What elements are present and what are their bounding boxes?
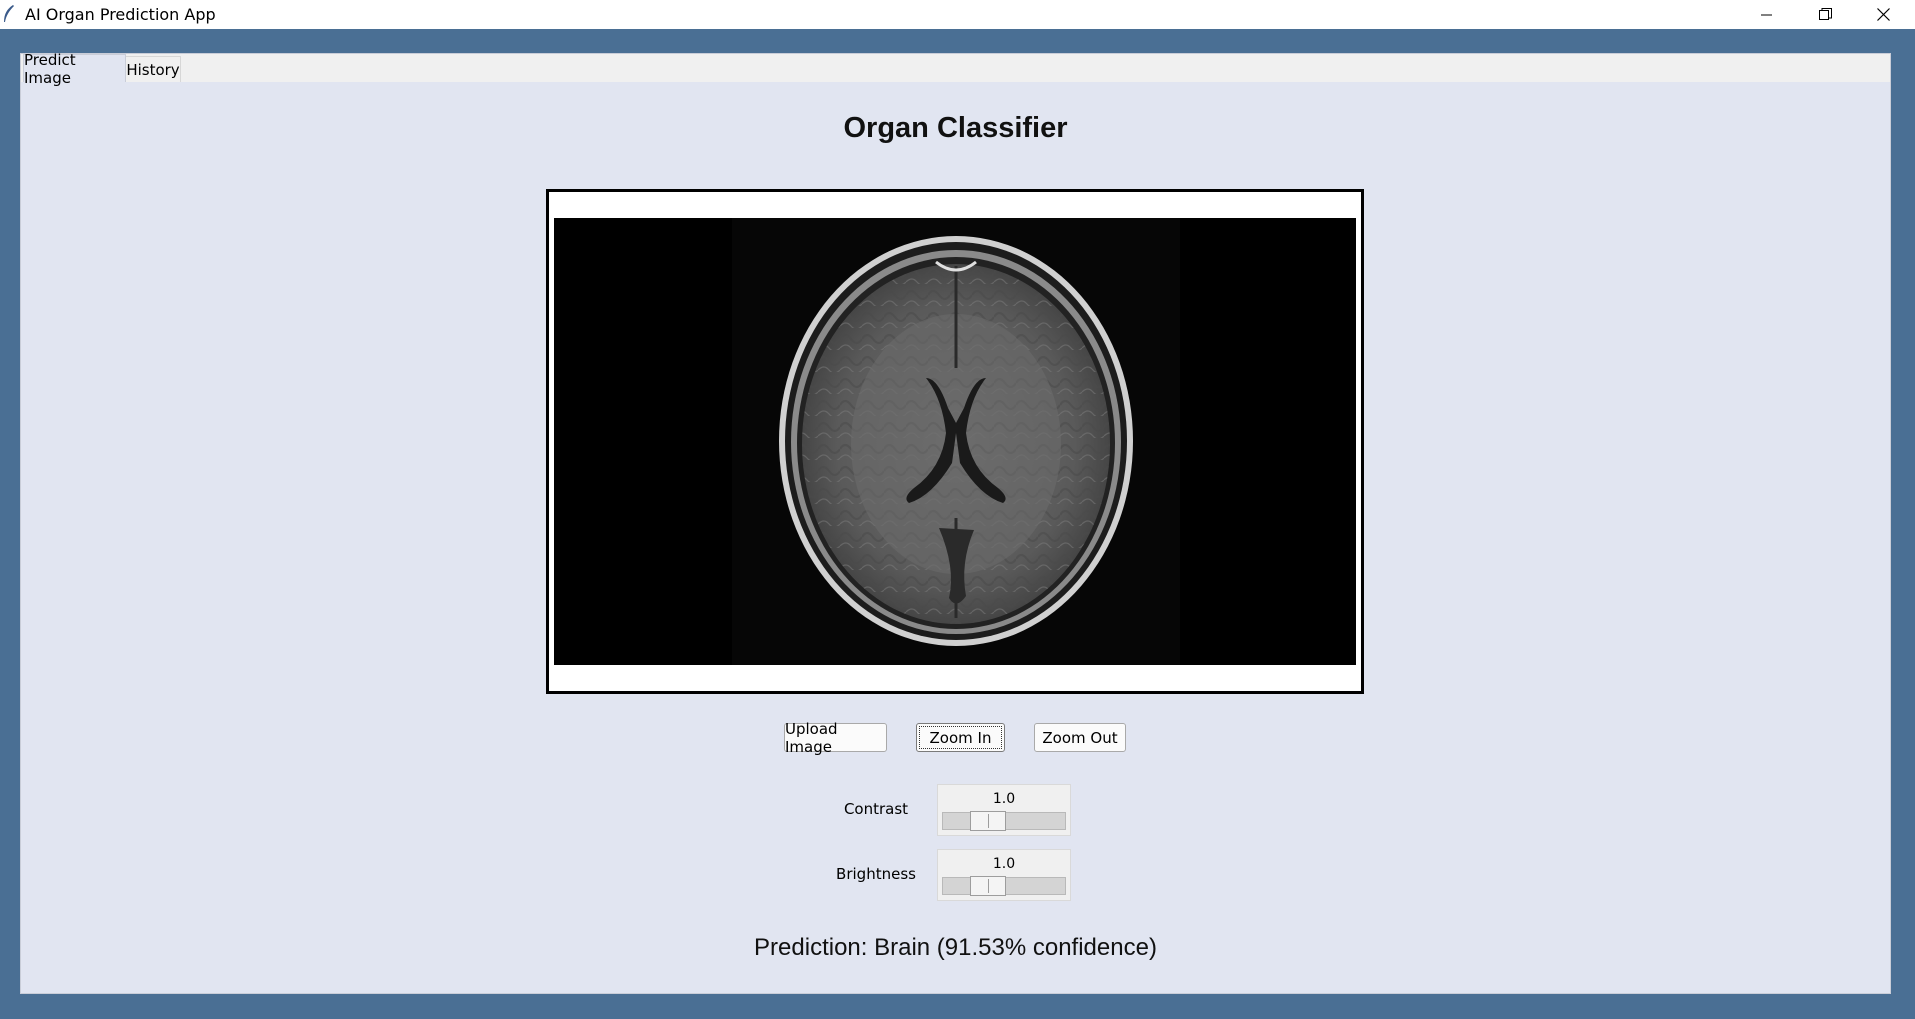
window-title: AI Organ Prediction App <box>25 5 216 24</box>
brightness-slider[interactable]: 1.0 <box>937 849 1071 901</box>
zoom-out-button[interactable]: Zoom Out <box>1034 723 1126 752</box>
mri-image <box>554 218 1356 665</box>
prediction-result: Prediction: Brain (91.53% confidence) <box>754 934 1157 961</box>
minimize-icon <box>1761 14 1772 15</box>
upload-image-button[interactable]: Upload Image <box>784 720 887 756</box>
tab-strip: History Predict Image <box>21 51 1890 87</box>
tab-history[interactable]: History <box>125 56 181 82</box>
contrast-label: Contrast <box>843 800 909 818</box>
restore-button[interactable] <box>1796 0 1854 29</box>
close-button[interactable] <box>1854 0 1912 29</box>
contrast-value: 1.0 <box>992 791 1016 807</box>
brightness-value: 1.0 <box>992 856 1016 872</box>
image-canvas <box>546 189 1364 694</box>
contrast-slider[interactable]: 1.0 <box>937 784 1071 836</box>
restore-icon <box>1818 8 1832 20</box>
contrast-slider-handle[interactable] <box>970 811 1006 831</box>
feather-icon <box>4 5 14 22</box>
page-title: Organ Classifier <box>843 112 1068 144</box>
brain-scan-graphic <box>554 218 1356 665</box>
notebook-frame: History Predict Image Organ Classifier U… <box>20 51 1891 994</box>
brightness-slider-handle[interactable] <box>970 876 1006 896</box>
tab-predict-image[interactable]: Predict Image <box>23 51 126 87</box>
zoom-in-button[interactable]: Zoom In <box>916 723 1005 752</box>
brightness-label: Brightness <box>836 865 916 883</box>
minimize-button[interactable] <box>1738 0 1796 29</box>
close-icon <box>1876 8 1890 21</box>
title-bar: AI Organ Prediction App <box>0 0 1915 29</box>
